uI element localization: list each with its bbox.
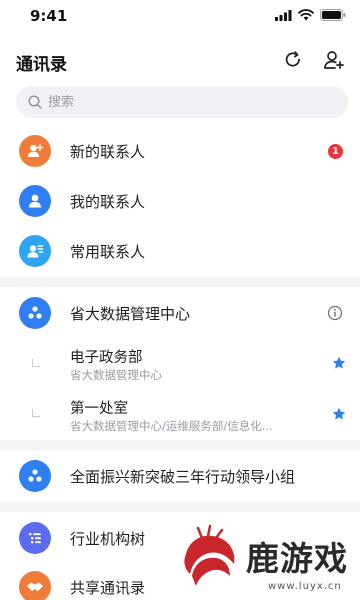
my-contacts-item[interactable]: 我的联系人 <box>0 176 360 226</box>
group-item[interactable]: 全面振兴新突破三年行动领导小组 <box>0 451 360 501</box>
deer-logo-icon <box>183 524 237 591</box>
watermark-url: www.luyx.cn <box>268 581 342 592</box>
tree-connector <box>32 409 40 417</box>
frequent-contacts-item[interactable]: 常用联系人 <box>0 226 360 276</box>
org-item[interactable]: 省大数据管理中心 <box>0 288 360 338</box>
new-contacts-label: 新的联系人 <box>70 142 146 161</box>
search-bar[interactable] <box>16 86 348 118</box>
department-title: 电子政务部 <box>70 350 143 366</box>
watermark: 鹿游戏 www.luyx.cn <box>172 524 360 600</box>
add-user-button[interactable] <box>320 46 348 74</box>
info-icon[interactable] <box>327 305 343 321</box>
section-divider <box>0 502 360 512</box>
org-label: 省大数据管理中心 <box>70 304 191 323</box>
industry-tree-label: 行业机构树 <box>70 529 146 548</box>
battery-icon <box>320 9 346 21</box>
status-bar: 9:41 <box>0 0 360 34</box>
search-icon <box>28 95 42 109</box>
section-divider <box>0 277 360 287</box>
department-row[interactable]: 第一处室 省大数据管理中心/运维服务部/信息化... <box>0 390 360 440</box>
search-input[interactable] <box>48 94 328 110</box>
department-row[interactable]: 电子政务部 省大数据管理中心 <box>0 340 360 390</box>
org-icon <box>19 460 51 492</box>
new-contacts-item[interactable]: 新的联系人 1 <box>0 126 360 176</box>
header: 通讯录 <box>0 40 360 80</box>
frequent-contact-icon <box>19 235 51 267</box>
list-tree-icon <box>19 522 51 554</box>
add-user-icon <box>324 51 344 69</box>
star-icon[interactable] <box>332 407 346 421</box>
department-path: 省大数据管理中心 <box>70 368 162 382</box>
status-time: 9:41 <box>30 7 68 25</box>
wifi-icon <box>298 9 314 21</box>
group-label: 全面振兴新突破三年行动领导小组 <box>70 467 296 486</box>
watermark-text: 鹿游戏 <box>246 539 348 578</box>
section-divider <box>0 440 360 450</box>
tree-connector <box>32 359 40 367</box>
person-icon <box>19 185 51 217</box>
refresh-icon <box>285 51 300 67</box>
department-path: 省大数据管理中心/运维服务部/信息化... <box>70 419 273 433</box>
department-title: 第一处室 <box>70 401 128 417</box>
page-title: 通讯录 <box>16 55 67 75</box>
add-contact-icon <box>19 135 51 167</box>
shared-contacts-label: 共享通讯录 <box>70 578 146 597</box>
frequent-contacts-label: 常用联系人 <box>70 242 146 261</box>
star-icon[interactable] <box>332 356 346 370</box>
refresh-button[interactable] <box>279 46 307 74</box>
handshake-icon <box>19 571 51 600</box>
signal-icon <box>275 9 292 21</box>
my-contacts-label: 我的联系人 <box>70 192 146 211</box>
status-icons <box>275 9 346 21</box>
notification-badge: 1 <box>328 143 343 159</box>
org-icon <box>19 297 51 329</box>
